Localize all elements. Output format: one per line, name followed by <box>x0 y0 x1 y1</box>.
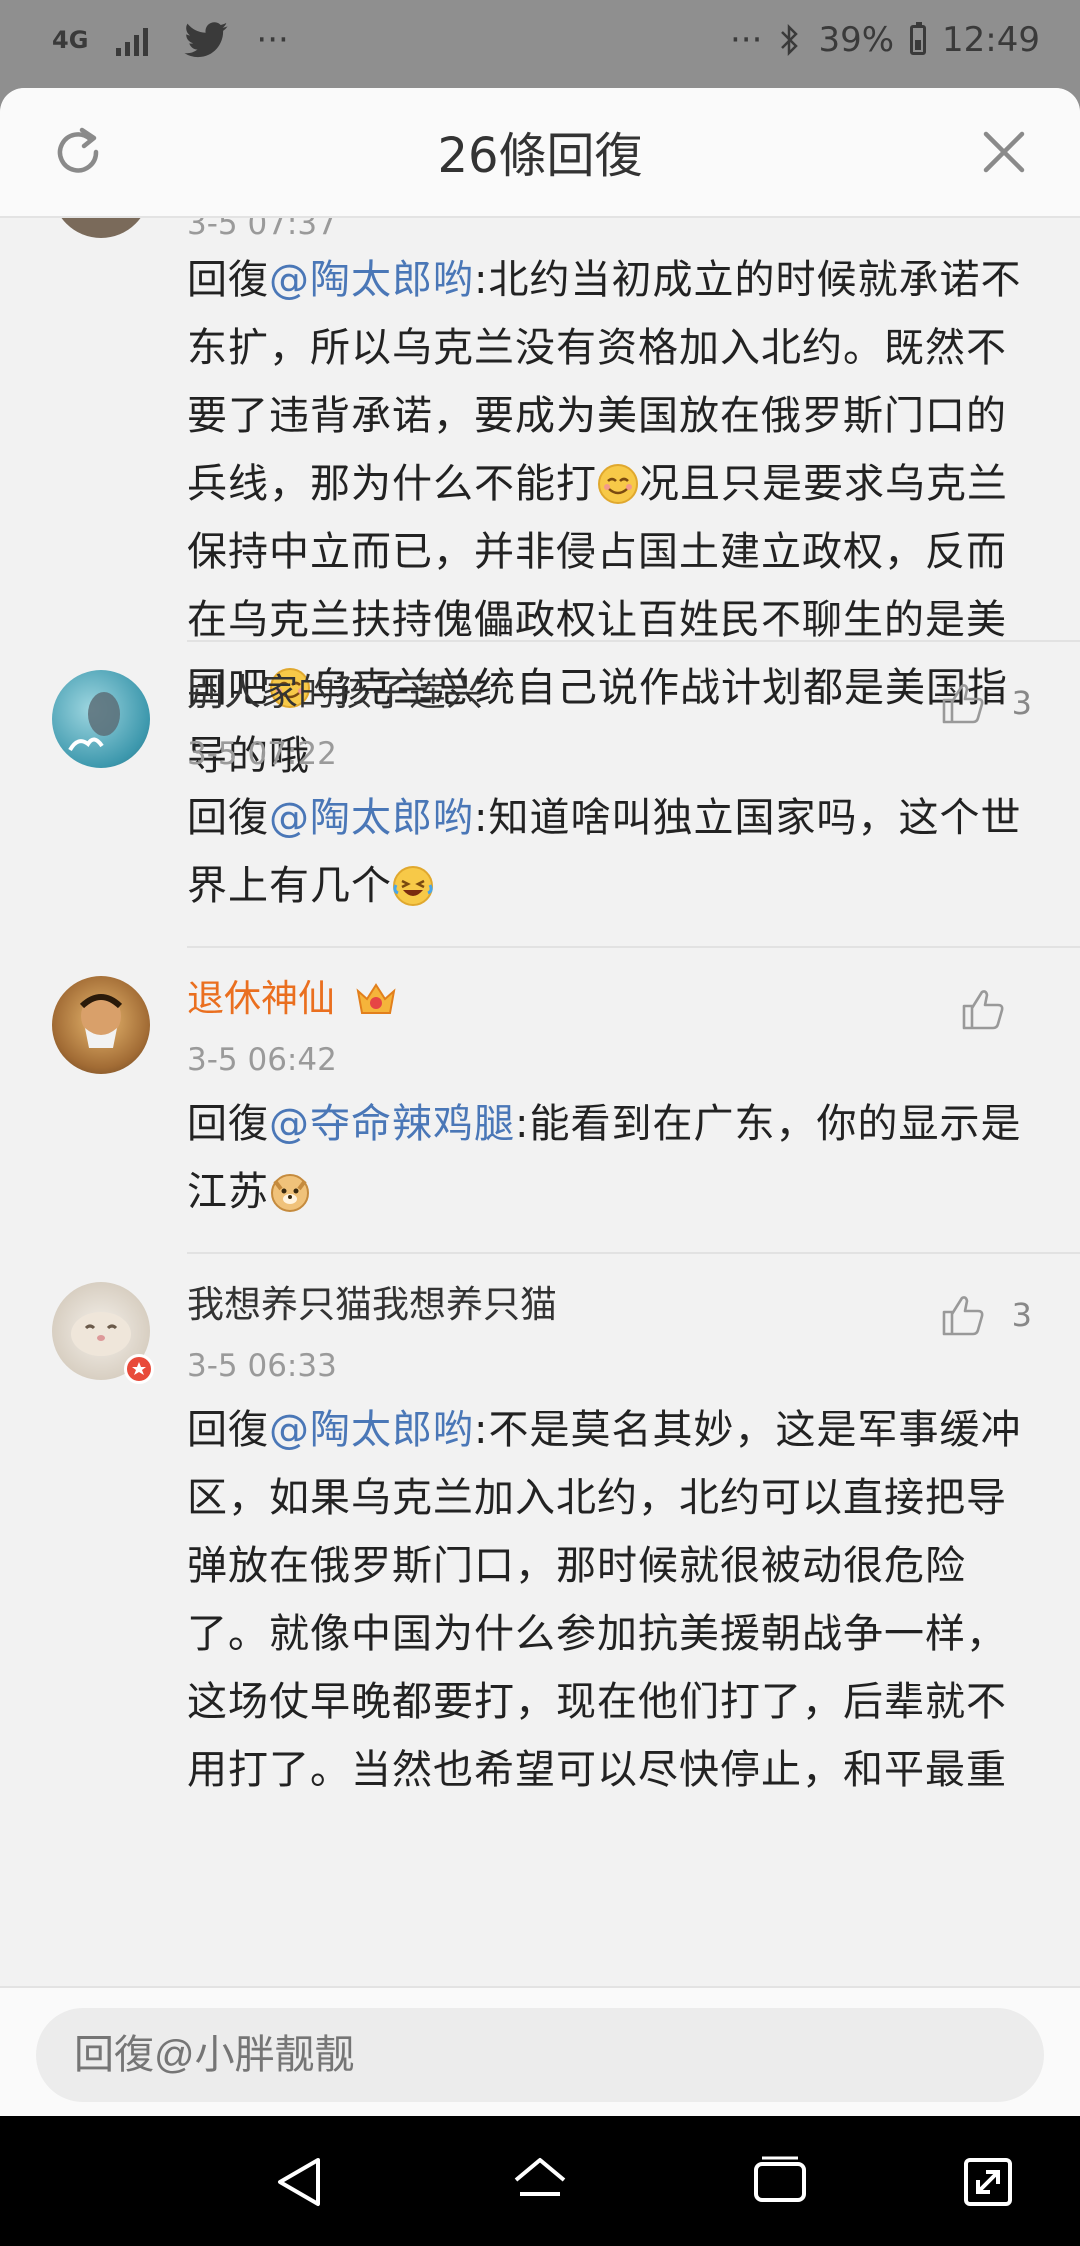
status-bar: 4G ··· ··· 39% 12:49 <box>0 0 1080 88</box>
comment-item[interactable]: 我想养只猫我想养只猫 3 3-5 06:33 回復@陶太郎哟:不是莫名其妙，这是… <box>0 1254 1080 1814</box>
status-dots: ··· <box>730 20 763 60</box>
battery-percent: 39% <box>818 20 895 60</box>
system-nav-bar <box>0 2116 1080 2246</box>
like-button[interactable]: 3 <box>938 1290 1032 1340</box>
thumbs-up-icon <box>962 990 1004 1030</box>
reply-prefix: 回復 <box>187 257 269 303</box>
battery-icon <box>910 22 927 55</box>
recents-icon[interactable] <box>748 2150 812 2214</box>
thumbs-up-icon <box>942 1296 984 1336</box>
comment-username[interactable]: 别人家的孩子莲兴 <box>187 668 1040 718</box>
avatar[interactable] <box>52 976 150 1074</box>
sheet-header: 26條回復 <box>0 88 1080 218</box>
home-icon[interactable] <box>508 2150 572 2214</box>
comment-text: 回復@陶太郎哟:不是莫名其妙，这是军事缓冲区，如果乌克兰加入北约，北约可以直接把… <box>187 1396 1040 1804</box>
comment-username[interactable]: 退休神仙 <box>187 974 1040 1024</box>
comment-text: 回復@陶太郎哟:知道啥叫独立国家吗，这个世界上有几个 <box>187 784 1040 920</box>
clock: 12:49 <box>942 20 1040 60</box>
comment-item[interactable] <box>0 218 1080 228</box>
reply-prefix: 回復 <box>187 1407 269 1453</box>
mention-link[interactable]: @陶太郎哟 <box>269 257 474 303</box>
sheet-title: 26條回復 <box>437 128 643 184</box>
like-count: 3 <box>1011 684 1032 722</box>
comment-item[interactable]: 退休神仙 3-5 06:42 回復@夺命辣鸡腿:能看到在广东，你的显示是江苏 <box>0 948 1080 1254</box>
verified-badge-icon <box>124 1354 154 1384</box>
reply-bar <box>0 1986 1080 2116</box>
laugh-cry-emoji-icon <box>393 866 433 906</box>
avatar[interactable] <box>52 218 150 238</box>
comments-sheet: 26條回復 3-5 07:37 回復@陶太郎哟:北约当初成立的时候就承诺不东扩，… <box>0 88 1080 2116</box>
thumbs-up-icon <box>942 684 984 724</box>
expand-icon[interactable] <box>956 2150 1020 2214</box>
crown-badge-icon <box>356 983 396 1014</box>
comment-time: 3-5 06:42 <box>187 1042 337 1078</box>
comment-username[interactable]: 我想养只猫我想养只猫 <box>187 1280 1040 1330</box>
back-icon[interactable] <box>268 2150 332 2214</box>
comment-item[interactable]: 别人家的孩子莲兴 3 3-5 07:22 回復@陶太郎哟:知道啥叫独立国家吗，这… <box>0 642 1080 948</box>
comment-time: 3-5 07:22 <box>187 736 337 772</box>
network-type: 4G <box>52 26 89 54</box>
like-count: 3 <box>1011 1296 1032 1334</box>
comment-body: :不是莫名其妙，这是军事缓冲区，如果乌克兰加入北约，北约可以直接把导弹放在俄罗斯… <box>187 1407 1022 1793</box>
comment-text: 回復@夺命辣鸡腿:能看到在广东，你的显示是江苏 <box>187 1090 1040 1226</box>
reply-prefix: 回復 <box>187 1101 269 1147</box>
doge-emoji-icon <box>271 1174 309 1212</box>
comment-time: 3-5 06:33 <box>187 1348 337 1384</box>
twitter-icon <box>184 22 229 58</box>
username-text: 退休神仙 <box>187 977 335 1020</box>
mention-link[interactable]: @陶太郎哟 <box>269 795 474 841</box>
avatar[interactable] <box>52 670 150 768</box>
comment-time: 3-5 07:37 <box>187 218 337 242</box>
reply-prefix: 回復 <box>187 795 269 841</box>
reply-input[interactable] <box>36 2008 1044 2102</box>
like-button[interactable] <box>958 984 1032 1034</box>
avatar[interactable] <box>52 1282 154 1384</box>
comment-item[interactable]: 3-5 07:37 回復@陶太郎哟:北约当初成立的时候就承诺不东扩，所以乌克兰没… <box>0 218 1080 779</box>
like-button[interactable]: 3 <box>938 678 1032 728</box>
smile-emoji-icon <box>598 464 638 504</box>
mention-link[interactable]: @陶太郎哟 <box>269 1407 474 1453</box>
signal-icon <box>116 28 149 56</box>
more-notifications: ··· <box>256 20 289 60</box>
bluetooth-icon <box>781 23 799 57</box>
comment-list[interactable]: 3-5 07:37 回復@陶太郎哟:北约当初成立的时候就承诺不东扩，所以乌克兰没… <box>0 218 1080 1986</box>
mention-link[interactable]: @夺命辣鸡腿 <box>269 1101 515 1147</box>
close-icon[interactable] <box>978 126 1030 178</box>
